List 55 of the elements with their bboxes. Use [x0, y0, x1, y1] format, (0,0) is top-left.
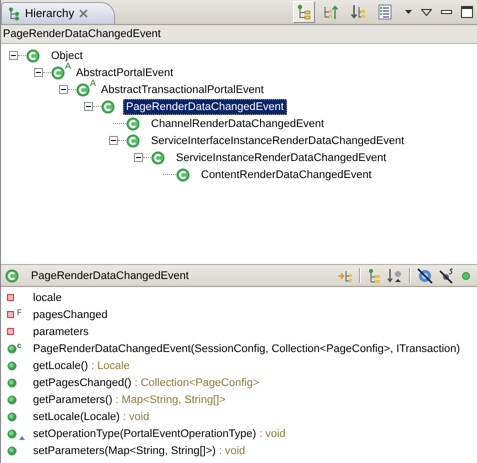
- tree-item[interactable]: PageRenderDataChangedEvent: [123, 98, 287, 114]
- abstract-marker: A: [65, 60, 72, 70]
- collapse-icon[interactable]: [34, 68, 43, 77]
- class-icon: [101, 100, 115, 114]
- inherited-button[interactable]: [367, 268, 381, 284]
- class-icon: [26, 48, 40, 62]
- class-icon: [5, 268, 19, 282]
- tree-item[interactable]: ContentRenderDataChangedEvent: [198, 166, 375, 182]
- tree-item[interactable]: AbstractTransactionalPortalEvent: [98, 82, 267, 98]
- modifier-marker: c: [17, 340, 22, 350]
- private-field-icon: [7, 328, 14, 335]
- tree-item[interactable]: ServiceInterfaceInstanceRenderDataChangedEvent: [148, 132, 408, 148]
- class-icon: [126, 116, 140, 130]
- tree-item[interactable]: AbstractPortalEvent: [73, 64, 176, 80]
- member-item[interactable]: PageRenderDataChangedEvent(SessionConfig, Collection<PageConfig>, ITransaction): [33, 342, 460, 354]
- collapse-icon[interactable]: [109, 136, 118, 145]
- close-icon[interactable]: [79, 9, 88, 18]
- member-item[interactable]: getParameters() : Map<String, String[]>: [33, 394, 226, 406]
- tree-item[interactable]: Object: [48, 48, 86, 64]
- members-title: PageRenderDataChangedEvent: [31, 270, 189, 282]
- hierarchy-button[interactable]: [293, 1, 315, 23]
- minimize-icon[interactable]: [441, 10, 452, 14]
- abstract-marker: A: [90, 78, 96, 88]
- member-item[interactable]: getPagesChanged() : Collection<PageConfig>: [33, 376, 260, 388]
- tree-item[interactable]: ChannelRenderDataChangedEvent: [148, 116, 328, 132]
- member-item[interactable]: setParameters(Map<String, String[]>) : void: [33, 444, 246, 456]
- modifier-marker: F: [17, 308, 22, 317]
- collapse-icon[interactable]: [9, 51, 18, 60]
- class-icon: [126, 134, 140, 148]
- tree-item[interactable]: ServiceInstanceRenderDataChangedEvent: [173, 150, 390, 166]
- hide-fields-button[interactable]: [417, 268, 433, 284]
- maximize-icon[interactable]: [461, 6, 473, 18]
- member-item[interactable]: locale: [33, 292, 62, 304]
- member-item[interactable]: setLocale(Locale) : void: [33, 410, 150, 422]
- member-item[interactable]: setOperationType(PortalEventOperationType) : void: [33, 428, 286, 440]
- member-item[interactable]: parameters: [33, 326, 89, 338]
- hide-static-button[interactable]: [439, 268, 455, 284]
- view-tab[interactable]: Hierarchy: [1, 2, 116, 24]
- sort-button[interactable]: [387, 268, 403, 284]
- class-icon: [176, 168, 190, 182]
- collapse-icon[interactable]: [59, 85, 68, 94]
- class-icon: [76, 82, 90, 96]
- private-field-icon: [7, 294, 14, 301]
- member-item[interactable]: pagesChanged: [33, 308, 108, 320]
- collapse-icon[interactable]: [134, 153, 143, 162]
- member-item[interactable]: getLocale() : Locale: [33, 360, 130, 372]
- private-field-icon: [7, 311, 14, 318]
- class-icon: [51, 66, 65, 80]
- class-icon: [151, 150, 165, 164]
- view-menu-icon[interactable]: [421, 8, 432, 16]
- hide-nonpublic-button[interactable]: [461, 270, 471, 280]
- focus-type-label: PageRenderDataChangedEvent: [1, 25, 477, 44]
- collapse-icon[interactable]: [84, 102, 93, 111]
- hierarchy-icon: [8, 6, 20, 20]
- dropdown-caret-icon[interactable]: [405, 10, 412, 14]
